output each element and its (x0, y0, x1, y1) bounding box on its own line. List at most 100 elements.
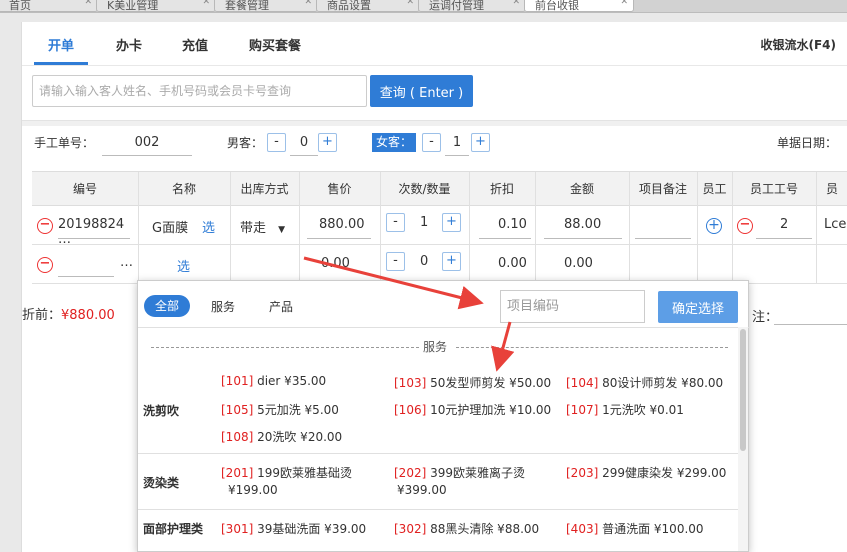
category-haircut: 洗剪吹 (143, 404, 180, 418)
col-qty: 次数/数量 (398, 182, 451, 196)
staff-extra: Lce (824, 217, 847, 232)
row-qty[interactable]: 1 (420, 215, 428, 230)
cash-flow-link[interactable]: 收银流水(F4) (760, 36, 836, 53)
col-code: 编号 (72, 182, 97, 196)
filter-service[interactable]: 服务 (211, 298, 235, 315)
footer-summary: 折前：¥880.00 (22, 304, 115, 323)
manual-no-field[interactable]: 002 (102, 130, 192, 156)
page-tab-label: 套餐管理 (225, 0, 269, 12)
confirm-select-button[interactable]: 确定选择 (658, 291, 738, 323)
row-amount[interactable]: 0.00 (564, 256, 593, 271)
col-discount: 折扣 (489, 182, 514, 196)
item-option[interactable]: [107] 1元洗吹 ¥0.01 (566, 401, 684, 418)
item-code-input[interactable] (500, 290, 645, 323)
row-code[interactable]: … (120, 255, 133, 270)
row-qty[interactable]: 0 (420, 254, 428, 269)
qty-minus-button[interactable]: - (386, 213, 405, 232)
before-discount-value: ¥880.00 (61, 308, 115, 323)
browser-tab-strip: 首页 ✕ K美业管理 ✕ 套餐管理 ✕ 商品设置 ✕ 运调付管理 ✕ 前台收银 ✕ (0, 0, 847, 13)
item-option-price[interactable]: ¥399.00 (397, 483, 447, 497)
item-option-price[interactable]: ¥199.00 (228, 483, 278, 497)
page-tab-home[interactable]: 首页 ✕ (0, 0, 98, 12)
item-option[interactable]: [203] 299健康染发 ¥299.00 (566, 464, 726, 481)
close-icon[interactable]: ✕ (406, 0, 414, 7)
section-divider (22, 120, 847, 126)
close-icon[interactable]: ✕ (304, 0, 312, 7)
close-icon[interactable]: ✕ (202, 0, 210, 7)
page-tab-cashier[interactable]: 前台收银 ✕ (524, 0, 634, 12)
qty-minus-button[interactable]: - (386, 252, 405, 271)
qty-plus-button[interactable]: + (442, 213, 461, 232)
item-option[interactable]: [101] dier ¥35.00 (221, 374, 326, 388)
female-count[interactable]: 1 (445, 130, 469, 156)
male-minus-button[interactable]: - (267, 133, 286, 152)
tab-issue-card[interactable]: 办卡 (116, 35, 142, 54)
filter-product[interactable]: 产品 (269, 298, 293, 315)
outbound-select[interactable]: 带走 ▼ (240, 217, 285, 236)
item-option[interactable]: [104] 80设计师剪发 ¥80.00 (566, 374, 723, 391)
col-name: 名称 (171, 182, 196, 196)
female-minus-button[interactable]: - (422, 133, 441, 152)
item-option[interactable]: [103] 50发型师剪发 ¥50.00 (394, 374, 551, 391)
select-item-link[interactable]: 选 (177, 256, 190, 275)
item-option[interactable]: [403] 普通洗面 ¥100.00 (566, 520, 704, 537)
item-option[interactable]: [301] 39基础洗面 ¥39.00 (221, 520, 366, 537)
item-picker-popup: 全部 服务 产品 确定选择 服务 洗剪吹 [101] dier ¥35.00 [… (137, 280, 750, 552)
row-price[interactable]: 0.00 (321, 256, 350, 271)
close-icon[interactable]: ✕ (620, 0, 628, 7)
row-name: G面膜 (152, 221, 189, 236)
item-option[interactable]: [105] 5元加洗 ¥5.00 (221, 401, 339, 418)
add-staff-icon[interactable]: + (706, 218, 722, 234)
col-staff: 员工 (702, 182, 727, 196)
tab-recharge[interactable]: 充值 (182, 35, 208, 54)
staff-no-value[interactable]: 2 (780, 217, 788, 232)
female-label: 女客： (372, 133, 417, 152)
page-tab-beauty[interactable]: K美业管理 ✕ (96, 0, 216, 12)
date-label: 单据日期： (777, 136, 838, 150)
item-option[interactable]: [302] 88黑头清除 ¥88.00 (394, 520, 539, 537)
filter-all[interactable]: 全部 (144, 295, 190, 317)
remove-row-icon[interactable]: − (37, 257, 53, 273)
female-plus-button[interactable]: + (471, 133, 490, 152)
outbound-value: 带走 (240, 221, 267, 236)
tab-buy-package[interactable]: 购买套餐 (249, 35, 301, 54)
select-item-link[interactable]: 选 (202, 217, 215, 236)
item-option[interactable]: [106] 10元护理加洗 ¥10.00 (394, 401, 551, 418)
page-tab-label: 商品设置 (327, 0, 371, 12)
page-tab-label: 首页 (9, 0, 31, 12)
item-option[interactable]: [201] 199欧莱雅基础烫 (221, 464, 352, 481)
function-tabs: 开单 办卡 充值 购买套餐 收银流水(F4) (22, 22, 847, 66)
male-label: 男客： (227, 136, 264, 150)
qty-plus-button[interactable]: + (442, 252, 461, 271)
popup-scrollbar-thumb[interactable] (740, 329, 746, 451)
item-option[interactable]: [108] 20洗吹 ¥20.00 (221, 428, 342, 445)
remove-staff-icon[interactable]: − (737, 218, 753, 234)
col-extra: 员 (825, 182, 838, 196)
page-tab-goods[interactable]: 商品设置 ✕ (316, 0, 420, 12)
col-amount: 金额 (569, 182, 594, 196)
page-tab-transfer[interactable]: 运调付管理 ✕ (418, 0, 526, 12)
page-tab-package[interactable]: 套餐管理 ✕ (214, 0, 318, 12)
note-label: 注： (752, 310, 779, 325)
page-tab-label: 前台收银 (535, 0, 579, 12)
row-price[interactable]: 880.00 (319, 217, 365, 232)
remove-row-icon[interactable]: − (37, 218, 53, 234)
item-option[interactable]: [202] 399欧莱雅离子烫 (394, 464, 525, 481)
row-discount[interactable]: 0.00 (498, 256, 527, 271)
page-tab-label: K美业管理 (107, 0, 159, 12)
col-price: 售价 (327, 182, 352, 196)
close-icon[interactable]: ✕ (84, 0, 92, 7)
row-amount[interactable]: 88.00 (564, 217, 601, 232)
close-icon[interactable]: ✕ (512, 0, 520, 7)
tab-open-order[interactable]: 开单 (48, 35, 74, 54)
dropdown-arrow-icon: ▼ (278, 225, 286, 235)
row-discount[interactable]: 0.10 (498, 217, 527, 232)
male-plus-button[interactable]: + (318, 133, 337, 152)
category-facial-care: 面部护理类 (143, 522, 204, 536)
row-code[interactable]: 20198824 … (58, 217, 138, 247)
customer-search-input[interactable] (32, 75, 367, 107)
male-count[interactable]: 0 (290, 130, 318, 156)
query-button[interactable]: 查询 ( Enter ) (370, 75, 473, 107)
category-perm-dye: 烫染类 (143, 476, 180, 490)
page-tab-label: 运调付管理 (429, 0, 484, 12)
